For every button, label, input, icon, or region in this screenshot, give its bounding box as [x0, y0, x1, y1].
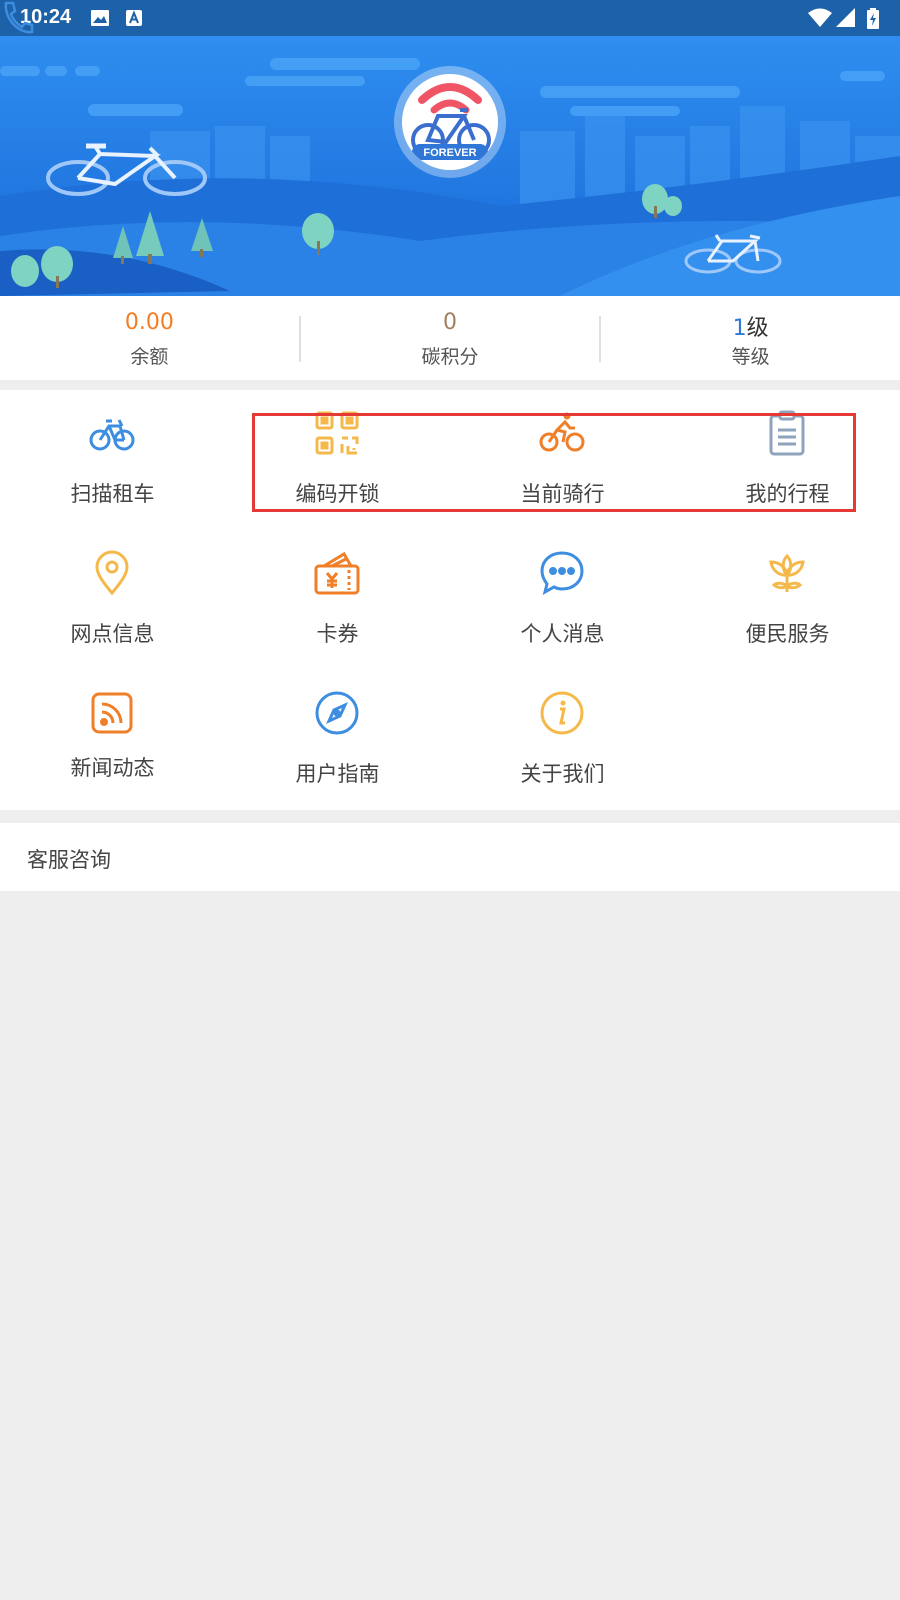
customer-service-row[interactable]: 客服咨询	[0, 823, 900, 891]
rss-icon	[89, 690, 135, 736]
signal-icon	[836, 8, 856, 32]
stat-level[interactable]: 1级 等级	[601, 296, 900, 380]
info-icon	[539, 690, 585, 736]
stat-balance[interactable]: 0.00 余额	[0, 296, 299, 380]
balance-value: 0.00	[124, 310, 174, 335]
app-logo[interactable]: FOREVER	[394, 66, 506, 178]
menu-label: 便民服务	[745, 622, 830, 646]
location-pin-icon	[89, 550, 135, 596]
level-suffix: 级	[746, 316, 769, 341]
menu-label: 用户指南	[295, 762, 380, 786]
battery-icon	[866, 8, 880, 34]
phone-icon[interactable]	[0, 0, 34, 40]
stat-carbon-points[interactable]: 0 碳积分	[301, 296, 600, 380]
stats-row: 0.00 余额 0 碳积分 1级 等级	[0, 296, 900, 380]
menu-news[interactable]: 新闻动态	[0, 670, 225, 800]
compass-icon	[314, 690, 360, 736]
menu-convenience-services[interactable]: 便民服务	[675, 530, 900, 660]
menu-user-guide[interactable]: 用户指南	[225, 670, 450, 800]
carbon-points-value: 0	[443, 310, 457, 335]
level-label: 等级	[731, 346, 770, 368]
wifi-icon	[808, 8, 832, 32]
carbon-points-label: 碳积分	[421, 346, 479, 368]
menu-label: 关于我们	[520, 762, 605, 786]
menu-label: 卡券	[316, 622, 359, 646]
flower-icon	[764, 550, 810, 596]
menu-about-us[interactable]: 关于我们	[450, 670, 675, 800]
menu-outlet-info[interactable]: 网点信息	[0, 530, 225, 660]
customer-service-label: 客服咨询	[27, 848, 111, 872]
logo-text: FOREVER	[423, 147, 476, 159]
menu-label: 网点信息	[70, 622, 155, 646]
menu-label: 新闻动态	[70, 756, 155, 780]
image-notification-icon	[90, 8, 110, 32]
status-bar: 10:24	[0, 0, 900, 36]
highlight-box	[252, 413, 856, 512]
menu-label: 个人消息	[520, 622, 605, 646]
menu-coupons[interactable]: 卡券	[225, 530, 450, 660]
level-number: 1	[732, 316, 747, 341]
a-notification-icon	[124, 8, 144, 32]
menu-label: 扫描租车	[70, 482, 155, 506]
level-value: 1级	[601, 310, 900, 342]
bike-icon	[89, 410, 135, 456]
menu-personal-messages[interactable]: 个人消息	[450, 530, 675, 660]
hero-banner: FOREVER	[0, 36, 900, 296]
balance-label: 余额	[130, 346, 169, 368]
chat-bubble-icon	[539, 550, 585, 596]
menu-scan-rent[interactable]: 扫描租车	[0, 390, 225, 520]
coupon-icon	[314, 550, 360, 596]
